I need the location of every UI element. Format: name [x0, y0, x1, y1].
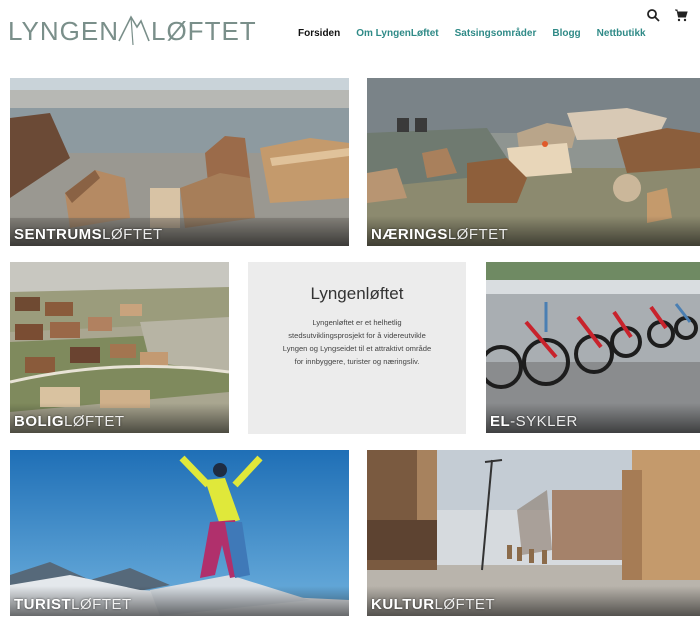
tile-label: TURISTLØFTET [14, 596, 132, 613]
tile-boligloftet[interactable]: BOLIGLØFTET [10, 262, 229, 433]
header-icons [646, 8, 688, 22]
tile-label: KULTURLØFTET [371, 596, 496, 613]
logo-text-right: LØFTET [151, 15, 257, 46]
tile-label: NÆRINGSLØFTET [371, 226, 509, 243]
tile-kulturloftet[interactable]: KULTURLØFTET [367, 450, 700, 616]
site-logo[interactable]: LYNGEN LØFTET [8, 6, 257, 56]
cart-icon[interactable] [674, 8, 688, 22]
intro-box: Lyngenløftet Lyngenløftet er et helhetli… [248, 262, 466, 434]
intro-title: Lyngenløftet [310, 284, 404, 303]
tile-naringsloftet[interactable]: NÆRINGSLØFTET [367, 78, 700, 246]
main-nav: Forsiden Om LyngenLøftet Satsingsområder… [298, 28, 662, 39]
search-icon[interactable] [646, 8, 660, 22]
tile-label: BOLIGLØFTET [14, 413, 125, 430]
nav-item-forsiden[interactable]: Forsiden [298, 28, 340, 39]
tile-label: EL-SYKLER [490, 413, 578, 430]
nav-item-satsingsomrader[interactable]: Satsingsområder [455, 28, 537, 39]
tile-turistloftet[interactable]: TURISTLØFTET [10, 450, 349, 616]
nav-item-om[interactable]: Om LyngenLøftet [356, 28, 438, 39]
logo-text-left: LYNGEN [8, 15, 119, 46]
logo-mountain-icon [118, 15, 150, 46]
intro-text: Lyngenløftet er et helhetlig stedsutvikl… [282, 318, 432, 366]
nav-item-nettbutikk[interactable]: Nettbutikk [597, 28, 646, 39]
site-header: LYNGEN LØFTET Forsiden Om LyngenLøftet S… [0, 0, 700, 70]
tile-label: SENTRUMSLØFTET [14, 226, 163, 243]
nav-item-blogg[interactable]: Blogg [552, 28, 580, 39]
tile-el-sykler[interactable]: EL-SYKLER [486, 262, 700, 433]
tile-sentrumsloftet[interactable]: SENTRUMSLØFTET [10, 78, 349, 246]
